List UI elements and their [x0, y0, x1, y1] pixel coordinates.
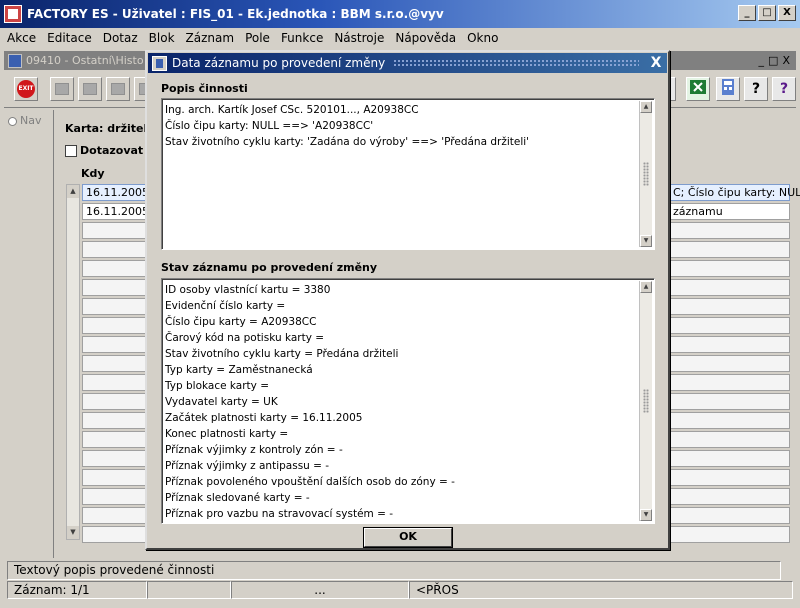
status-hint: Textový popis provedené činnosti: [7, 561, 781, 580]
ok-button[interactable]: OK: [364, 528, 452, 547]
scroll-down-icon[interactable]: ▼: [640, 235, 652, 247]
row-description: záznamu: [673, 205, 723, 218]
copy-icon: [111, 83, 125, 95]
window-controls: _ □ X: [738, 5, 796, 21]
close-button[interactable]: X: [778, 5, 796, 21]
menu-editace[interactable]: Editace: [46, 31, 93, 45]
dialog-icon: [152, 55, 167, 71]
scroll-up-icon[interactable]: ▲: [67, 185, 79, 198]
text-line: Příznak výjimky z antipassu = -: [165, 460, 330, 472]
print-button[interactable]: [78, 77, 102, 101]
scroll-down-icon[interactable]: ▼: [640, 509, 652, 521]
scroll-down-icon[interactable]: ▼: [67, 526, 79, 539]
app-title-bar: FACTORY ES - Uživatel : FIS_01 - Ek.jedn…: [0, 0, 800, 28]
context-help-button[interactable]: ?: [772, 77, 796, 101]
menu-dotaz[interactable]: Dotaz: [102, 31, 139, 45]
status-cell-empty: [147, 581, 231, 599]
dialog-close-icon[interactable]: X: [647, 55, 665, 71]
calc-button[interactable]: [716, 77, 740, 101]
mdi-restore-button[interactable]: □: [768, 54, 778, 67]
help-button[interactable]: ?: [744, 77, 768, 101]
menu-okno[interactable]: Okno: [466, 31, 499, 45]
menu-bar: Akce Editace Dotaz Blok Záznam Pole Funk…: [0, 28, 800, 48]
excel-icon: [690, 80, 706, 94]
section-stav-label: Stav záznamu po provedení změny: [161, 261, 378, 274]
popis-scrollbar[interactable]: ▲ ▼: [639, 101, 652, 247]
app-title: FACTORY ES - Uživatel : FIS_01 - Ek.jedn…: [27, 7, 444, 21]
scroll-up-icon[interactable]: ▲: [640, 281, 652, 293]
status-dots: ...: [231, 581, 409, 599]
menu-nastroje[interactable]: Nástroje: [333, 31, 385, 45]
text-line: Příznak pro vazbu na stravovací systém =…: [165, 508, 394, 520]
print-icon: [83, 83, 97, 95]
copy-button[interactable]: [106, 77, 130, 101]
stav-scrollbar[interactable]: ▲ ▼: [639, 281, 652, 521]
status-bar: Textový popis provedené činnosti Záznam:…: [4, 560, 796, 606]
maximize-button[interactable]: □: [758, 5, 776, 21]
nav-label: Nav: [20, 114, 42, 127]
row-description: C; Číslo čipu karty: NULL: [673, 186, 800, 199]
calculator-icon: [722, 79, 734, 95]
stav-textarea[interactable]: ID osoby vlastnící kartu = 3380 Evidenčn…: [161, 278, 655, 524]
record-data-dialog: Data záznamu po provedení změny X Popis …: [145, 50, 670, 550]
grid-scrollbar[interactable]: ▲ ▼: [66, 184, 80, 540]
app-icon: [4, 5, 22, 23]
minimize-button[interactable]: _: [738, 5, 756, 21]
menu-pole[interactable]: Pole: [244, 31, 271, 45]
mdi-minimize-button[interactable]: _: [759, 54, 765, 67]
text-line: Číslo čipu karty = A20938CC: [165, 316, 317, 328]
menu-funkce[interactable]: Funkce: [280, 31, 324, 45]
text-line: Vydavatel karty = UK: [165, 396, 278, 408]
section-popis-label: Popis činnosti: [161, 82, 248, 95]
text-line: Typ blokace karty =: [165, 380, 270, 392]
scroll-up-icon[interactable]: ▲: [640, 101, 652, 113]
save-icon: [55, 83, 69, 95]
scroll-grip-icon[interactable]: [643, 162, 649, 186]
mdi-title: 09410 - Ostatní\Histo: [26, 54, 144, 67]
text-line: Stav životního cyklu karty = Předána drž…: [165, 348, 399, 360]
dialog-title-grip: [393, 59, 639, 67]
text-line: Příznak povoleného vpouštění dalších oso…: [165, 476, 455, 488]
text-line: Čarový kód na potisku karty =: [165, 332, 325, 344]
text-line: Začátek platnosti karty = 16.11.2005: [165, 412, 363, 424]
record-counter: Záznam: 1/1: [7, 581, 147, 599]
text-line: Ing. arch. Kartík Josef CSc. 520101..., …: [165, 104, 419, 116]
text-line: Příznak výjimky z kontroly zón = -: [165, 444, 343, 456]
context-help-icon: ?: [779, 81, 789, 97]
exit-button[interactable]: EXIT: [14, 77, 38, 101]
help-icon: ?: [751, 81, 761, 97]
menu-napoveda[interactable]: Nápověda: [394, 31, 457, 45]
exit-icon: EXIT: [17, 80, 35, 98]
save-button[interactable]: [50, 77, 74, 101]
text-line: Konec platnosti karty =: [165, 428, 289, 440]
dialog-title-bar[interactable]: Data záznamu po provedení změny X: [148, 53, 667, 73]
nav-strip: Nav: [4, 110, 54, 558]
kdy-column-header: Kdy: [81, 167, 105, 180]
menu-zaznam[interactable]: Záznam: [185, 31, 236, 45]
scroll-grip-icon[interactable]: [643, 389, 649, 413]
text-line: Číslo čipu karty: NULL ==> 'A20938CC': [165, 120, 374, 132]
nav-radio-icon[interactable]: [8, 116, 17, 126]
status-mode: <PŘOS: [409, 581, 793, 599]
text-line: Evidenční číslo karty =: [165, 300, 286, 312]
dialog-title: Data záznamu po provedení změny: [172, 56, 386, 70]
mdi-controls: _ □ X: [759, 54, 790, 67]
menu-blok[interactable]: Blok: [148, 31, 176, 45]
form-icon: [8, 53, 22, 68]
text-line: ID osoby vlastnící kartu = 3380: [165, 284, 331, 296]
mdi-close-button[interactable]: X: [782, 54, 790, 67]
text-line: Typ karty = Zaměstnanecká: [165, 364, 313, 376]
text-line: Příznak sledované karty = -: [165, 492, 310, 504]
menu-akce[interactable]: Akce: [6, 31, 37, 45]
excel-button[interactable]: [686, 77, 710, 101]
status-cells: Záznam: 1/1 ... <PŘOS: [7, 581, 793, 599]
popis-textarea[interactable]: Ing. arch. Kartík Josef CSc. 520101..., …: [161, 98, 655, 250]
text-line: Stav životního cyklu karty: 'Zadána do v…: [165, 136, 530, 148]
query-checkbox[interactable]: [65, 144, 77, 157]
